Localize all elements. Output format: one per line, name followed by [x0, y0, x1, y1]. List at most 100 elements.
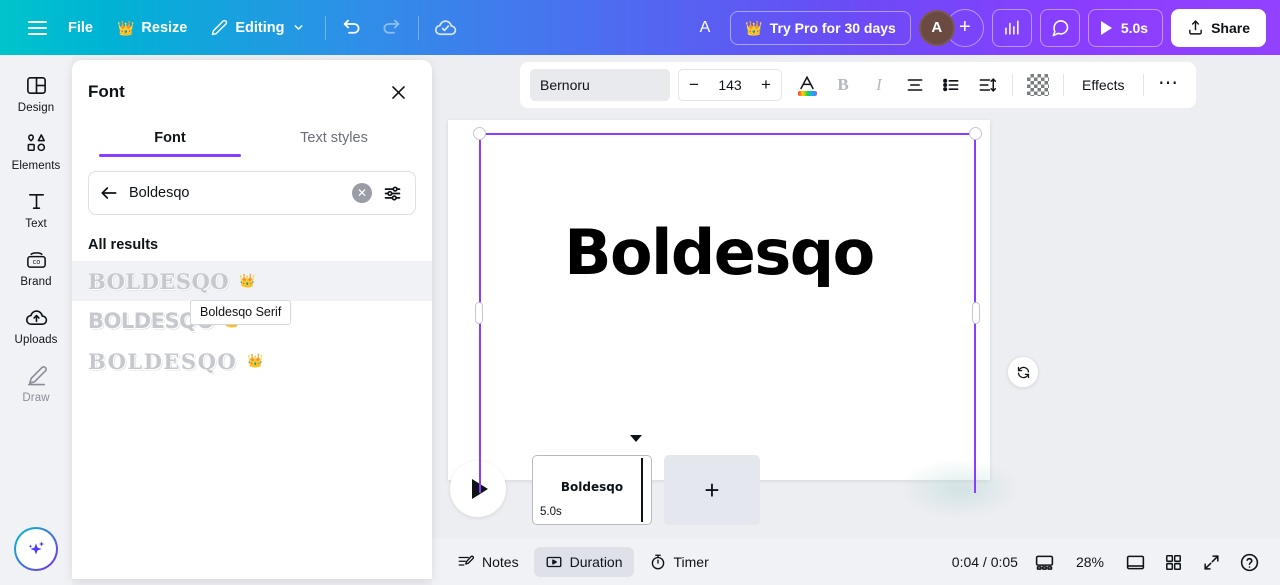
filter-sliders-icon[interactable]	[382, 183, 403, 204]
play-icon	[1100, 20, 1112, 35]
more-options-icon[interactable]: ⋯	[1152, 68, 1186, 102]
font-family-value: Bernoru	[540, 77, 590, 93]
editing-mode-button[interactable]: Editing	[199, 12, 316, 43]
sidebar-item-draw[interactable]: Draw	[2, 355, 70, 411]
avatar[interactable]: A	[918, 9, 955, 46]
crown-icon: 👑	[745, 19, 763, 36]
resize-handle-top-left[interactable]	[473, 127, 486, 140]
elements-icon	[27, 134, 45, 152]
font-search-wrap: Boldesqo ✕	[72, 157, 432, 215]
present-button[interactable]: 5.0s	[1087, 8, 1164, 47]
effects-button[interactable]: Effects	[1072, 70, 1135, 100]
hamburger-menu-icon[interactable]	[18, 9, 56, 47]
transparency-icon[interactable]	[1021, 68, 1055, 102]
text-style-a-button[interactable]: A	[688, 12, 723, 44]
resize-handle-right[interactable]	[972, 302, 980, 324]
chevron-down-icon	[294, 25, 302, 30]
sidebar-item-design[interactable]: Design	[2, 65, 70, 121]
bold-icon[interactable]: B	[826, 68, 860, 102]
font-search-box[interactable]: Boldesqo ✕	[88, 171, 416, 215]
draw-icon	[27, 366, 47, 386]
try-pro-label: Try Pro for 30 days	[769, 19, 896, 36]
share-button[interactable]: Share	[1171, 8, 1266, 47]
close-icon[interactable]	[384, 78, 412, 106]
sidebar-item-label: Design	[17, 102, 55, 114]
font-result-row[interactable]: BOLDESQO 👑	[72, 341, 432, 381]
tab-font[interactable]: Font	[88, 120, 252, 157]
divider	[1142, 74, 1144, 96]
decrease-font-size-button[interactable]: −	[681, 71, 707, 99]
undo-icon[interactable]	[334, 9, 372, 47]
collaborators: A +	[918, 8, 984, 47]
divider	[417, 15, 419, 40]
align-center-icon[interactable]	[898, 68, 932, 102]
file-menu-label: File	[68, 19, 93, 36]
try-pro-button[interactable]: 👑 Try Pro for 30 days	[730, 10, 911, 45]
sidebar-item-label: Brand	[20, 276, 52, 288]
sidebar-item-text[interactable]: Text	[2, 181, 70, 237]
resize-handle-top-right[interactable]	[969, 127, 982, 140]
tab-label: Font	[154, 130, 186, 146]
cloud-saved-icon[interactable]	[427, 9, 465, 47]
italic-icon[interactable]: I	[862, 68, 896, 102]
presenter-view-icon[interactable]	[1028, 545, 1062, 579]
resize-handle-left[interactable]	[475, 302, 483, 324]
page-options-caret-icon[interactable]	[630, 435, 642, 442]
notes-button[interactable]: Notes	[446, 547, 530, 577]
duration-label: Duration	[569, 554, 623, 570]
svg-text:co: co	[32, 258, 40, 266]
comment-icon[interactable]	[1039, 8, 1080, 47]
fit-page-icon[interactable]	[1118, 545, 1152, 579]
sidebar-item-uploads[interactable]: Uploads	[2, 297, 70, 353]
uploads-icon	[25, 310, 47, 326]
color-swatch	[797, 90, 817, 96]
divider	[324, 15, 326, 40]
share-label: Share	[1211, 19, 1250, 36]
line-spacing-icon[interactable]	[970, 68, 1004, 102]
sidebar-item-brand[interactable]: co Brand	[2, 239, 70, 295]
design-icon	[26, 77, 46, 94]
results-header: All results	[88, 237, 159, 253]
crown-icon: 👑	[239, 273, 256, 288]
sidebar-item-elements[interactable]: Elements	[2, 123, 70, 179]
file-menu-button[interactable]: File	[56, 13, 105, 43]
text-a-label: A	[699, 18, 711, 36]
checkerboard	[1027, 74, 1049, 96]
font-result-row[interactable]: BOLDESQO 👑	[72, 261, 432, 301]
avatar-initial: A	[931, 19, 943, 36]
notes-label: Notes	[482, 554, 519, 570]
thumbnail-duration[interactable]: 5.0s	[540, 506, 562, 518]
bar-chart-icon[interactable]	[991, 8, 1032, 47]
time-display: 0:04 / 0:05	[951, 554, 1018, 570]
grid-view-icon[interactable]	[1156, 545, 1190, 579]
sidebar-item-label: Draw	[22, 392, 50, 404]
redo-icon[interactable]	[372, 9, 410, 47]
text-color-icon[interactable]	[790, 68, 824, 102]
increase-font-size-button[interactable]: +	[753, 71, 779, 99]
top-toolbar: File 👑 Resize Editing A 👑 Try Pro for 30…	[0, 0, 1280, 55]
rotate-icon[interactable]	[1007, 356, 1039, 388]
duration-icon	[546, 556, 562, 568]
tab-text-styles[interactable]: Text styles	[252, 120, 416, 157]
sidebar-item-label: Elements	[11, 160, 61, 172]
font-size-input[interactable]: 143	[709, 77, 751, 93]
zoom-level[interactable]: 28%	[1066, 548, 1114, 576]
search-input[interactable]: Boldesqo	[129, 185, 342, 201]
upload-icon	[1189, 20, 1202, 35]
duration-button[interactable]: Duration	[533, 547, 634, 577]
resize-button[interactable]: 👑 Resize	[105, 13, 199, 43]
font-preview: BOLDESQO	[88, 268, 230, 294]
magic-studio-button[interactable]	[14, 527, 58, 571]
notes-icon	[458, 555, 475, 566]
clear-icon[interactable]: ✕	[352, 183, 372, 203]
help-icon[interactable]	[1232, 545, 1266, 579]
selection-edge-top	[479, 133, 976, 135]
font-family-select[interactable]: Bernoru	[530, 69, 670, 101]
sidebar-item-label: Text	[25, 218, 47, 230]
bullet-list-icon[interactable]	[934, 68, 968, 102]
back-arrow-icon[interactable]	[99, 183, 119, 203]
crown-icon: 👑	[116, 19, 135, 36]
fullscreen-icon[interactable]	[1194, 545, 1228, 579]
timer-button[interactable]: Timer	[638, 547, 720, 577]
text-toolbar: Bernoru − 143 + B I Effects ⋯	[520, 62, 1196, 108]
